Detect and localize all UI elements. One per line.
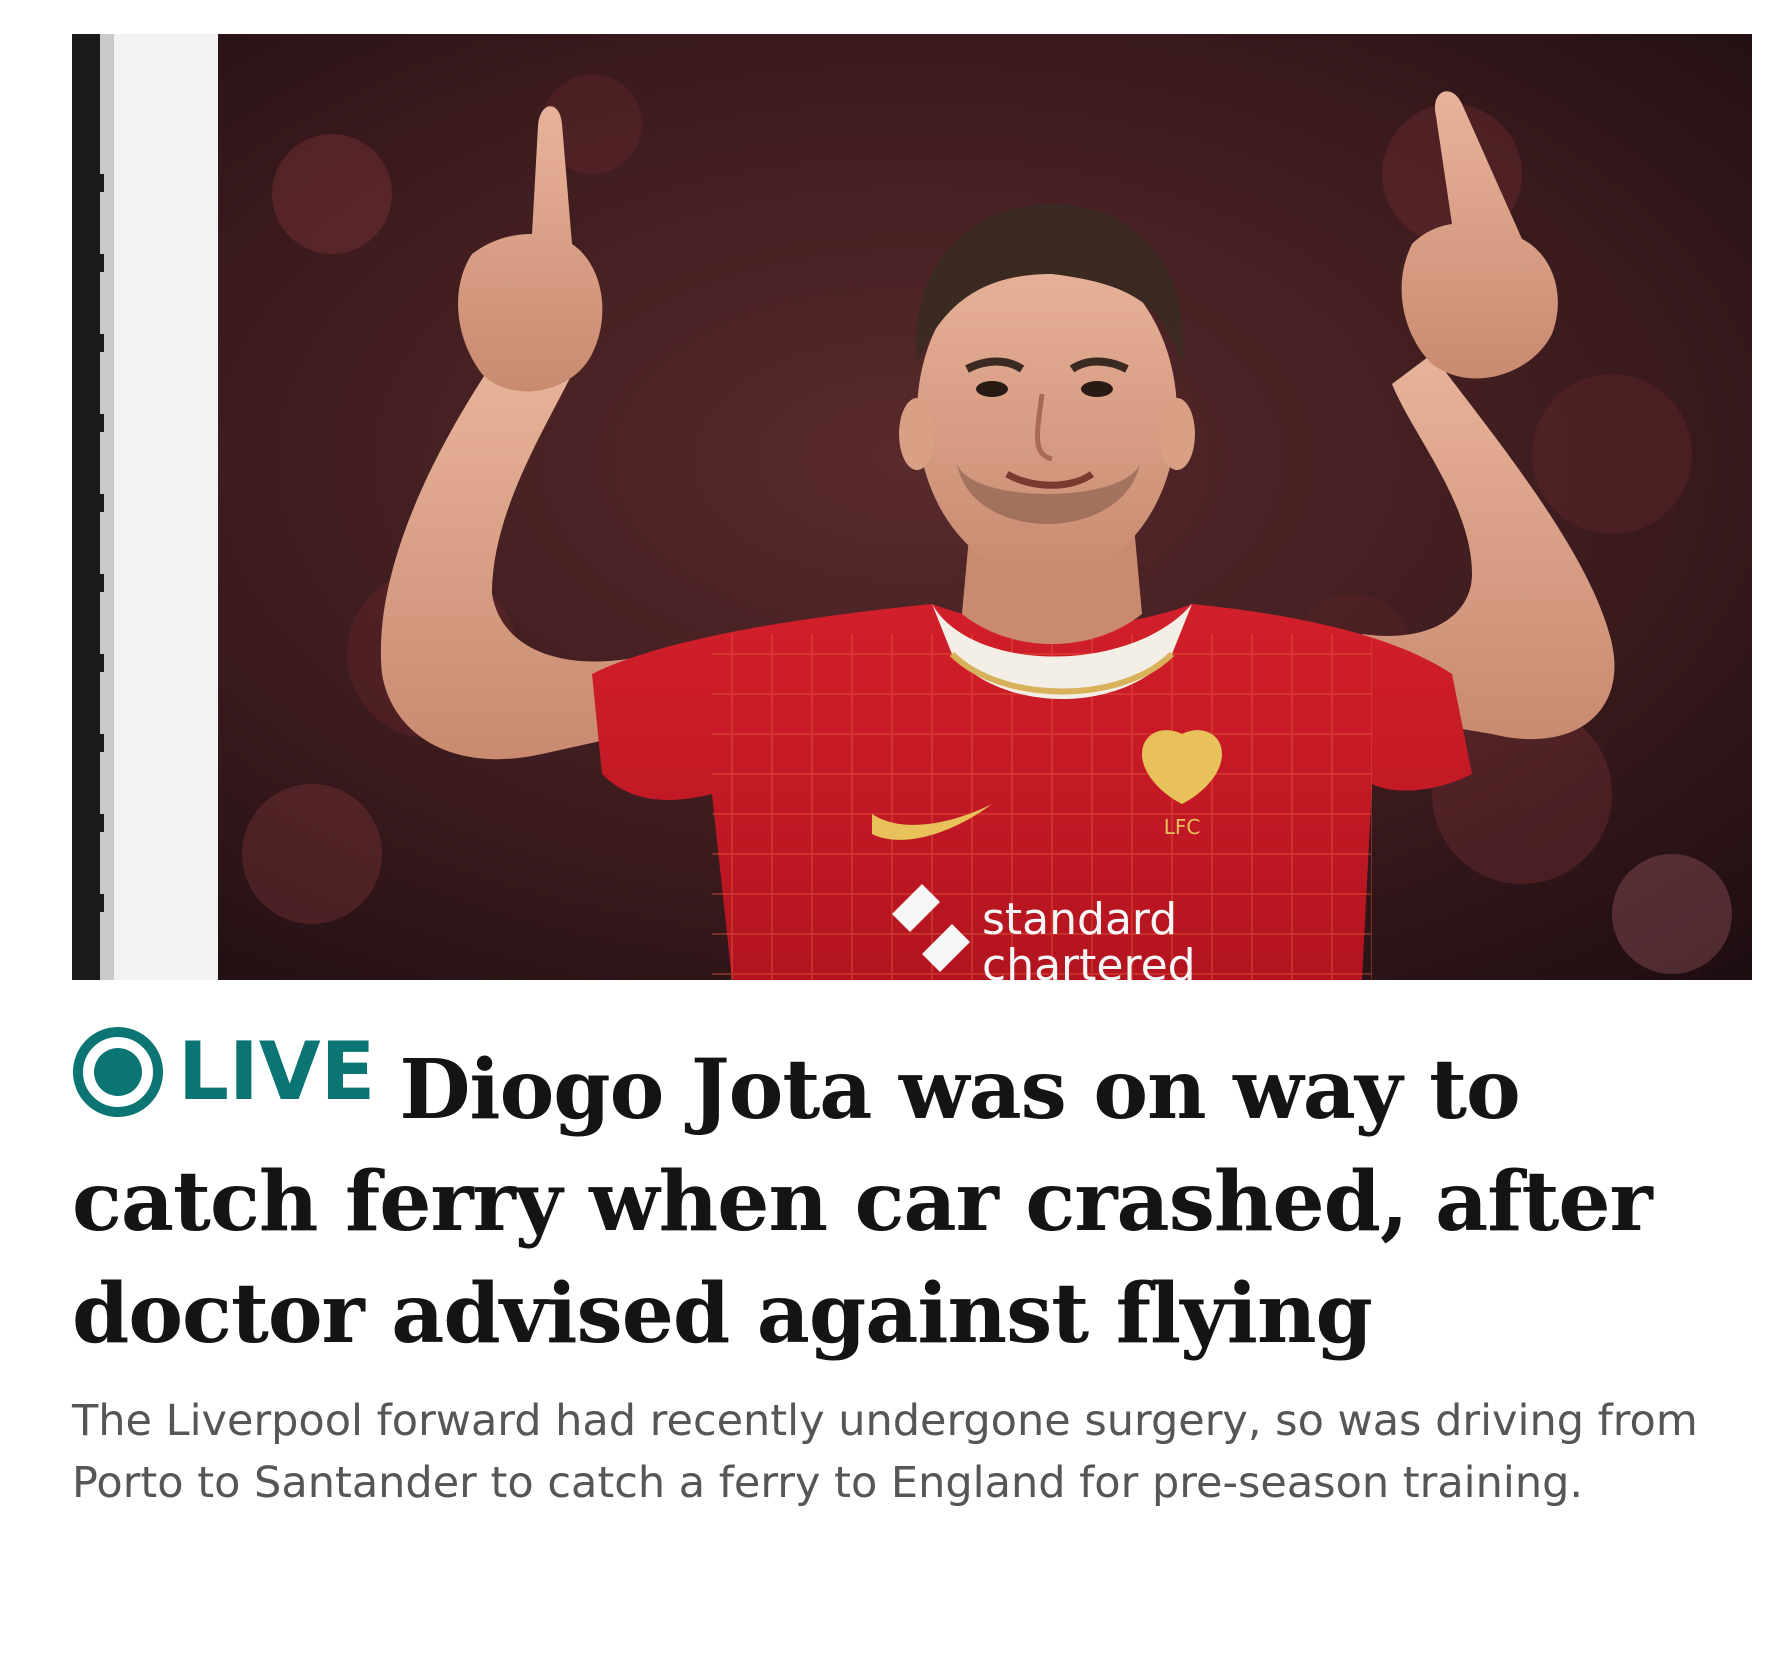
live-story-promo[interactable]: LFC standard chartered LIVE Diogo Jota w… xyxy=(72,34,1752,1514)
hero-image[interactable]: LFC standard chartered xyxy=(72,34,1752,980)
svg-text:LFC: LFC xyxy=(1164,815,1201,839)
live-badge: LIVE xyxy=(72,1016,375,1128)
svg-text:chartered: chartered xyxy=(982,940,1196,980)
player-photo: LFC standard chartered xyxy=(72,34,1752,980)
svg-text:standard: standard xyxy=(982,894,1177,945)
live-label: LIVE xyxy=(178,1025,376,1118)
summary-text: The Liverpool forward had recently under… xyxy=(72,1396,1698,1508)
live-indicator-icon xyxy=(73,1027,163,1117)
headline[interactable]: LIVE Diogo Jota was on way to catch ferr… xyxy=(72,1016,1752,1370)
